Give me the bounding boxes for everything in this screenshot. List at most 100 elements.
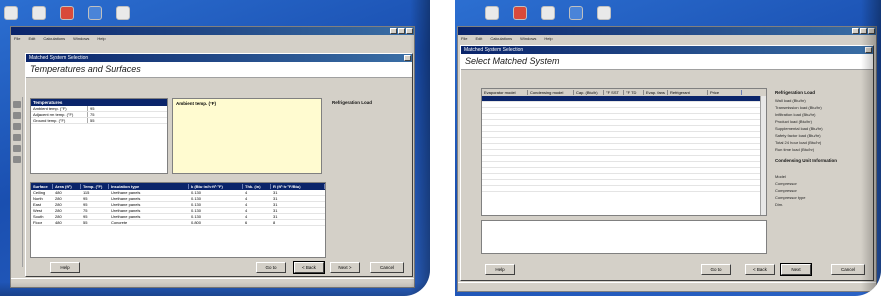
column-header[interactable]: °F TD [624,90,644,95]
menu-windows[interactable]: Windows [73,35,89,42]
tool-icon[interactable] [13,156,21,163]
table-cell[interactable]: 0.800 [189,220,243,225]
table-cell[interactable]: Concrete [109,220,189,225]
table-cell[interactable]: Urethane panels [109,214,189,219]
column-header[interactable]: k (Btu·in/h·ft²·°F) [189,184,243,189]
table-cell[interactable]: East [31,202,53,207]
next-button[interactable]: Next [780,263,812,276]
table-cell[interactable]: North [31,196,53,201]
column-header[interactable]: Evap. fans [644,90,668,95]
temp-value[interactable]: 55 [87,118,167,123]
menu-help[interactable]: Help [544,35,552,42]
table-cell[interactable]: 95 [81,202,109,207]
table-cell[interactable]: 4 [243,190,271,195]
dialog-close-button[interactable] [404,55,411,61]
close-button[interactable] [406,28,413,34]
tool-icon[interactable] [13,145,21,152]
cancel-button[interactable]: Cancel [370,262,404,273]
column-header[interactable]: Temp. (°F) [81,184,109,189]
menu-edit[interactable]: Edit [475,35,482,42]
table-cell[interactable]: Urethane panels [109,190,189,195]
temp-value[interactable]: 95 [87,106,167,111]
table-cell[interactable]: 31 [271,190,325,195]
table-cell[interactable]: 480 [53,190,81,195]
column-header[interactable]: Cap. (Btu/h) [574,90,604,95]
table-cell[interactable]: 280 [53,202,81,207]
table-cell[interactable]: 31 [271,202,325,207]
column-header[interactable]: Evaporator model [482,90,528,95]
table-cell[interactable]: 0.130 [189,190,243,195]
close-button[interactable] [868,28,875,34]
tool-icon[interactable] [13,101,21,108]
table-cell[interactable]: Urethane panels [109,208,189,213]
table-cell[interactable]: 280 [53,196,81,201]
desktop-icon[interactable] [541,6,555,20]
temp-row[interactable]: Ground temp. (°F) 55 [31,118,167,124]
table-cell[interactable]: 4 [243,208,271,213]
goto-button[interactable]: Go to [701,264,731,275]
column-header[interactable]: Price [708,90,742,95]
table-cell[interactable]: 280 [53,208,81,213]
table-cell[interactable]: 4 [243,196,271,201]
table-row[interactable]: Floor 480 55 Concrete 0.800 6 8 [31,220,325,226]
table-cell[interactable]: 0.130 [189,202,243,207]
column-header[interactable]: Condensing model [528,90,574,95]
help-button[interactable]: Help [50,262,80,273]
column-header[interactable]: Refrigerant [668,90,708,95]
help-button[interactable]: Help [485,264,515,275]
column-header[interactable]: Surface [31,184,53,189]
table-cell[interactable]: South [31,214,53,219]
desktop-icon[interactable] [569,6,583,20]
table-cell[interactable]: Floor [31,220,53,225]
column-header[interactable]: Area (ft²) [53,184,81,189]
column-header[interactable]: °F SST [604,90,624,95]
desktop-icon[interactable] [32,6,46,20]
table-cell[interactable]: 95 [81,214,109,219]
cancel-button[interactable]: Cancel [831,264,865,275]
menu-file[interactable]: File [461,35,467,42]
column-header[interactable]: Thk. (in) [243,184,271,189]
table-row[interactable] [482,186,766,192]
minimize-button[interactable] [390,28,397,34]
menu-calculations[interactable]: Calculations [43,35,65,42]
next-button[interactable]: Next > [330,262,360,273]
table-cell[interactable]: Urethane panels [109,202,189,207]
column-header[interactable]: Insulation type [109,184,189,189]
table-cell[interactable]: 31 [271,208,325,213]
table-cell[interactable]: 4 [243,202,271,207]
desktop-icon[interactable] [513,6,527,20]
table-cell[interactable]: 75 [81,208,109,213]
desktop-icon[interactable] [60,6,74,20]
desktop-icon[interactable] [485,6,499,20]
menu-calculations[interactable]: Calculations [490,35,512,42]
table-cell[interactable]: 4 [243,214,271,219]
desktop-icon[interactable] [4,6,18,20]
desktop-icon[interactable] [88,6,102,20]
menu-edit[interactable]: Edit [28,35,35,42]
minimize-button[interactable] [852,28,859,34]
tool-icon[interactable] [13,112,21,119]
menu-windows[interactable]: Windows [520,35,536,42]
temp-value[interactable]: 75 [87,112,167,117]
menu-file[interactable]: File [14,35,20,42]
table-cell[interactable]: 31 [271,214,325,219]
table-cell[interactable]: 0.130 [189,208,243,213]
tool-icon[interactable] [13,134,21,141]
table-cell[interactable]: 115 [81,190,109,195]
table-cell[interactable]: 8 [271,220,325,225]
table-cell[interactable]: 31 [271,196,325,201]
table-cell[interactable]: 6 [243,220,271,225]
back-button[interactable]: < Back [745,264,775,275]
table-cell[interactable]: 280 [53,214,81,219]
table-cell[interactable]: 55 [81,220,109,225]
desktop-icon[interactable] [597,6,611,20]
menu-help[interactable]: Help [97,35,105,42]
table-cell[interactable]: 480 [53,220,81,225]
maximize-button[interactable] [398,28,405,34]
table-cell[interactable]: 95 [81,196,109,201]
goto-button[interactable]: Go to [256,262,286,273]
grid-scrollbar[interactable] [760,96,766,215]
tool-icon[interactable] [13,123,21,130]
desktop-icon[interactable] [116,6,130,20]
table-cell[interactable]: Urethane panels [109,196,189,201]
